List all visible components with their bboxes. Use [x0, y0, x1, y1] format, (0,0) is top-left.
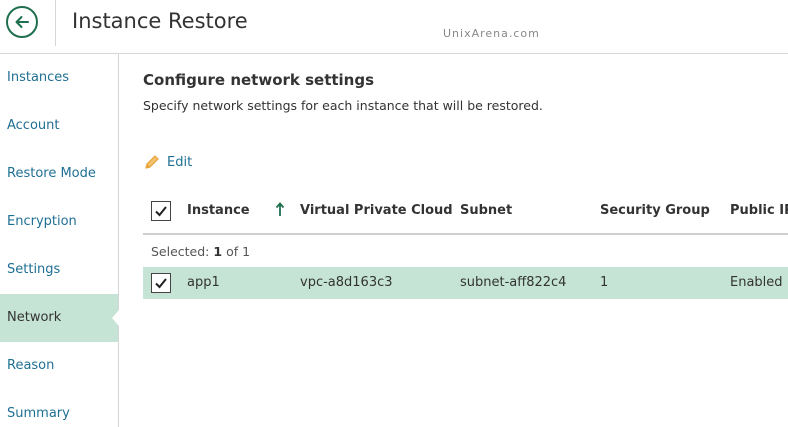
- selection-summary: Selected: 1 of 1: [151, 244, 250, 259]
- sidebar-item-settings[interactable]: Settings: [0, 246, 118, 294]
- select-all-checkbox[interactable]: [151, 201, 171, 221]
- sidebar-item-account[interactable]: Account: [0, 102, 118, 150]
- sidebar-item-restore-mode[interactable]: Restore Mode: [0, 150, 118, 198]
- arrow-left-icon: [15, 16, 29, 28]
- pencil-icon: [145, 154, 159, 169]
- page-title: Instance Restore: [72, 9, 248, 33]
- sidebar-item-instances[interactable]: Instances: [0, 54, 118, 102]
- column-header-vpc[interactable]: Virtual Private Cloud: [300, 203, 453, 218]
- cell-vpc: vpc-a8d163c3: [300, 275, 393, 290]
- column-header-public-ip[interactable]: Public IP: [730, 203, 788, 218]
- sidebar-item-reason[interactable]: Reason: [0, 342, 118, 390]
- checkmark-icon: [155, 206, 167, 217]
- sidebar: Instances Account Restore Mode Encryptio…: [0, 54, 119, 427]
- selected-count: 1: [213, 244, 223, 259]
- sidebar-item-network[interactable]: Network: [0, 294, 119, 342]
- sidebar-item-summary[interactable]: Summary: [0, 390, 118, 427]
- watermark: UnixArena.com: [443, 27, 540, 40]
- cell-instance: app1: [187, 275, 220, 290]
- section-title: Configure network settings: [143, 71, 375, 89]
- section-description: Specify network settings for each instan…: [143, 98, 543, 113]
- selected-total: of 1: [226, 244, 251, 259]
- column-header-instance[interactable]: Instance: [187, 203, 250, 218]
- edit-label: Edit: [167, 154, 193, 170]
- sidebar-item-encryption[interactable]: Encryption: [0, 198, 118, 246]
- selected-label: Selected:: [151, 244, 210, 259]
- cell-subnet: subnet-aff822c4: [460, 275, 567, 290]
- table-header: Instance Virtual Private Cloud Subnet Se…: [143, 192, 788, 235]
- header: Instance Restore UnixArena.com: [0, 0, 788, 54]
- header-divider: [55, 0, 56, 46]
- edit-button[interactable]: Edit: [143, 152, 192, 172]
- cell-security-group: 1: [600, 275, 609, 290]
- checkmark-icon: [155, 278, 167, 289]
- cell-public-ip: Enabled: [730, 275, 783, 290]
- arrow-up-icon[interactable]: [275, 201, 285, 217]
- column-header-subnet[interactable]: Subnet: [460, 203, 512, 218]
- row-checkbox[interactable]: [151, 273, 171, 293]
- back-button[interactable]: [6, 6, 38, 38]
- column-header-security-group[interactable]: Security Group: [600, 203, 710, 218]
- table-row[interactable]: app1 vpc-a8d163c3 subnet-aff822c4 1 Enab…: [143, 267, 788, 299]
